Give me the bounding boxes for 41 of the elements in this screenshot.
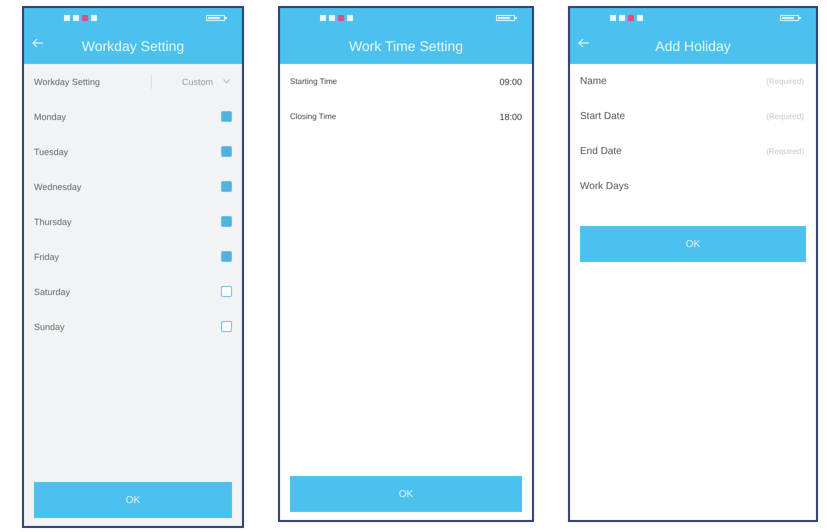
notification-icon [320, 14, 354, 22]
back-arrow-icon [578, 38, 590, 48]
back-button[interactable] [576, 36, 592, 50]
time-value[interactable]: 18:00 [499, 112, 522, 122]
day-label: Saturday [34, 286, 70, 296]
field-label: Work Days [580, 181, 629, 192]
screen-title: Add Holiday [655, 38, 731, 54]
day-checkbox[interactable] [221, 181, 232, 192]
day-checkbox[interactable] [221, 146, 232, 157]
caret-icon [223, 79, 230, 84]
field-label: End Date [580, 146, 622, 157]
mode-dropdown[interactable]: Custom [150, 74, 232, 88]
screen-title: Work Time Setting [348, 38, 464, 54]
notification-icon [64, 14, 98, 22]
day-label: Wednesday [34, 182, 82, 192]
ok-button[interactable]: OK [580, 226, 806, 262]
screen-title: Workday Setting [82, 38, 184, 54]
back-arrow-icon [32, 38, 44, 48]
day-checkbox[interactable] [221, 111, 232, 122]
day-checkbox[interactable] [221, 216, 232, 227]
time-label: Closing Time [290, 112, 336, 121]
battery-icon [496, 14, 518, 22]
day-checkbox[interactable] [221, 321, 232, 332]
field-label: Name [580, 76, 607, 87]
day-label: Sunday [34, 322, 65, 332]
time-label: Starting Time [290, 77, 338, 86]
setting-label: Workday Setting [34, 76, 100, 86]
day-label: Monday [34, 112, 66, 122]
time-value[interactable]: 09:00 [499, 76, 522, 86]
field-label: Start Date [580, 111, 626, 122]
day-label: Friday [34, 252, 60, 262]
ok-button[interactable]: OK [34, 482, 232, 518]
battery-icon [206, 14, 228, 22]
ok-button[interactable]: OK [290, 476, 522, 512]
battery-icon [780, 14, 802, 22]
day-checkbox[interactable] [221, 286, 232, 297]
back-button[interactable] [30, 36, 46, 50]
day-checkbox[interactable] [221, 251, 232, 262]
day-label: Tuesday [34, 146, 68, 156]
notification-icon [610, 14, 644, 22]
day-label: Thursday [34, 216, 72, 226]
